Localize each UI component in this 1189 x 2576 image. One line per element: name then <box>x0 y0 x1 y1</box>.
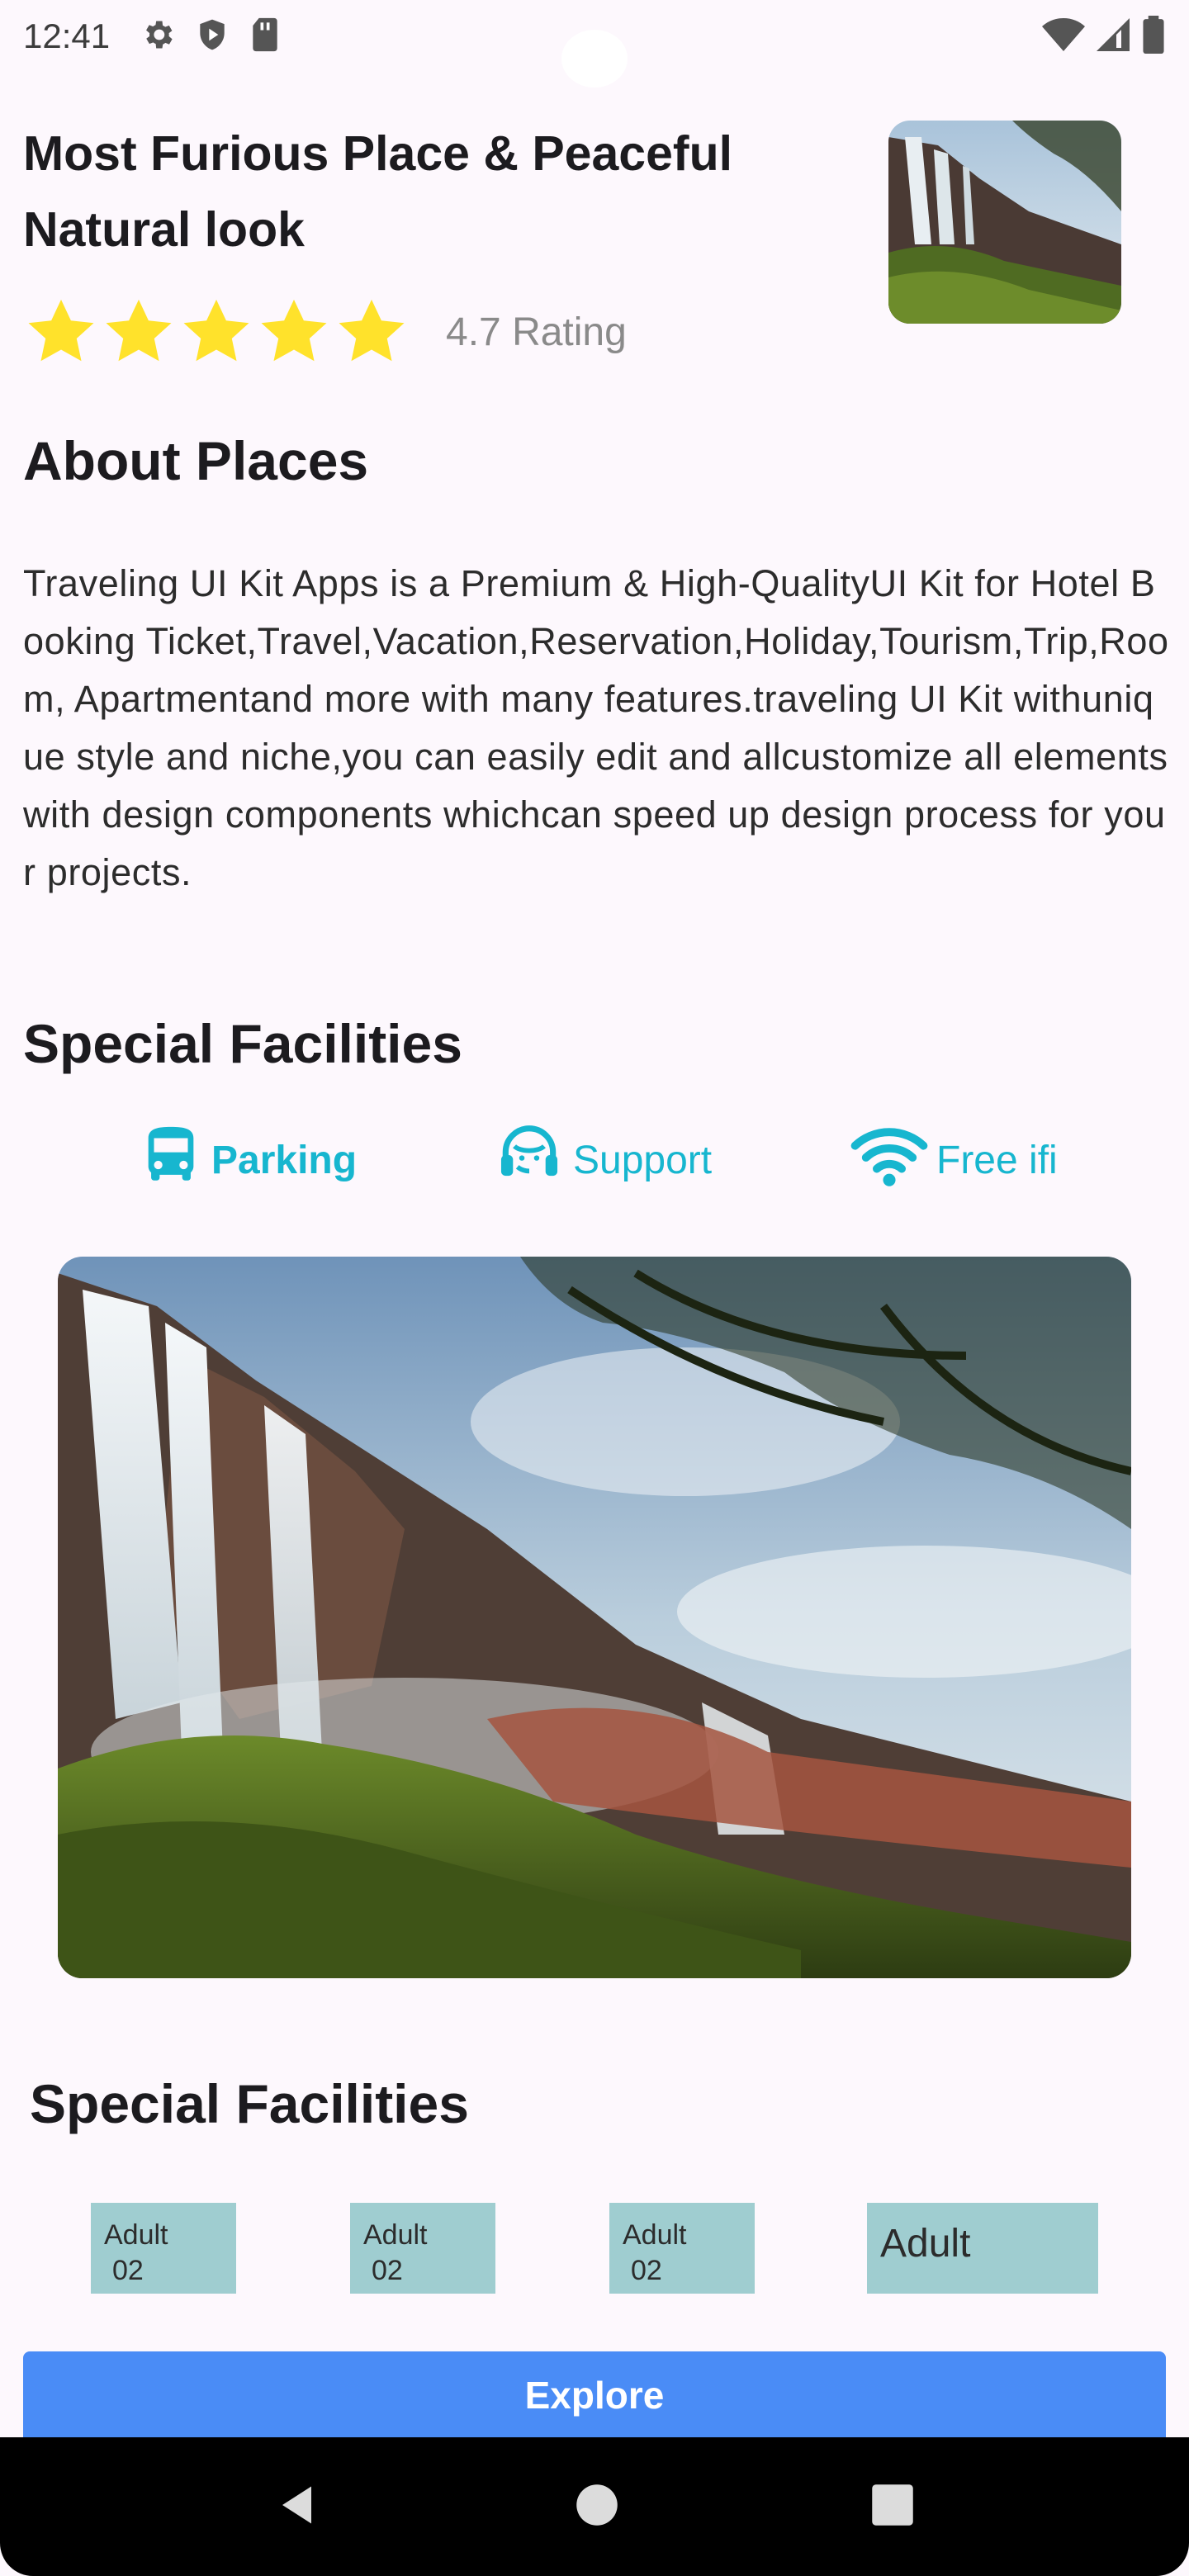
ticket-card[interactable]: Adult <box>867 2203 1098 2294</box>
status-icons-right <box>1042 15 1166 58</box>
rating-text: 4.7 Rating <box>446 310 627 354</box>
ticket-card[interactable]: Adult 02 <box>91 2203 236 2294</box>
ticket-label: Adult <box>104 2219 168 2251</box>
waterfall-image <box>58 1257 1131 1978</box>
camera-cutout <box>561 30 628 88</box>
rating-row: 4.7 Rating <box>23 294 627 370</box>
facility-support[interactable]: Support <box>492 1120 712 1200</box>
headset-icon <box>492 1120 573 1200</box>
explore-button[interactable]: Explore <box>23 2351 1166 2442</box>
facility-label: Free ifi <box>936 1138 1058 1182</box>
facilities-row: Parking Support Free ifi <box>0 1120 1189 1194</box>
star-icon <box>256 294 332 370</box>
star-icon <box>23 294 99 370</box>
back-icon[interactable] <box>274 2480 324 2534</box>
facility-parking[interactable]: Parking <box>137 1120 357 1200</box>
place-thumbnail <box>888 121 1121 324</box>
facility-wifi[interactable]: Free ifi <box>849 1120 1058 1200</box>
wifi-icon <box>849 1120 936 1200</box>
sd-card-icon <box>249 17 282 57</box>
star-icon <box>334 294 410 370</box>
battery-icon <box>1141 15 1166 58</box>
star-icon <box>178 294 254 370</box>
signal-icon <box>1095 17 1131 57</box>
status-time: 12:41 <box>23 17 111 55</box>
ticket-label: Adult <box>880 2222 971 2266</box>
ticket-count: 02 <box>631 2255 662 2286</box>
ticket-label: Adult <box>623 2219 687 2251</box>
star-icon <box>101 294 177 370</box>
about-heading: About Places <box>23 430 369 491</box>
place-title: Most Furious Place & Peaceful Natural lo… <box>23 126 733 257</box>
facility-label: Parking <box>211 1138 358 1182</box>
ticket-count: 02 <box>372 2255 403 2286</box>
recents-icon[interactable] <box>870 2483 915 2531</box>
about-text: Traveling UI Kit Apps is a Premium & Hig… <box>23 562 1169 893</box>
status-icons-left <box>140 17 282 57</box>
ticket-card[interactable]: Adult 02 <box>609 2203 755 2294</box>
home-icon[interactable] <box>575 2483 619 2531</box>
ticket-card[interactable]: Adult 02 <box>350 2203 495 2294</box>
gear-icon <box>140 17 176 57</box>
ticket-label: Adult <box>363 2219 428 2251</box>
ticket-count: 02 <box>112 2255 144 2286</box>
bus-icon <box>137 1120 211 1200</box>
wifi-icon <box>1042 17 1085 57</box>
facility-label: Support <box>573 1138 713 1182</box>
facilities-heading: Special Facilities <box>23 1013 462 1074</box>
facilities-heading-2: Special Facilities <box>30 2073 469 2134</box>
shield-icon <box>194 17 230 57</box>
navigation-bar <box>0 2437 1189 2576</box>
